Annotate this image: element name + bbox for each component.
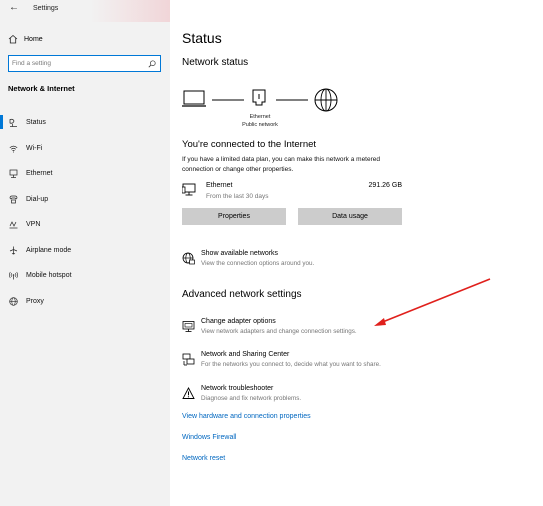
search-icon[interactable] — [148, 60, 156, 68]
globe-icon — [9, 297, 18, 306]
network-status-heading: Network status — [182, 57, 249, 68]
option-subtitle: For the networks you connect to, decide … — [201, 361, 381, 368]
network-sharing-center[interactable]: Network and Sharing Center For the netwo… — [182, 351, 442, 375]
hardware-properties-link[interactable]: View hardware and connection properties — [182, 413, 311, 420]
sidebar-item-hotspot[interactable]: Mobile hotspot — [0, 263, 170, 289]
sidebar-item-label: Airplane mode — [26, 246, 72, 254]
ethernet-usage: 291.26 GB — [368, 182, 402, 189]
sidebar-item-label: Wi-Fi — [26, 144, 43, 152]
sidebar-item-status[interactable]: Status — [0, 110, 170, 136]
sidebar-item-label: Proxy — [26, 297, 44, 305]
sidebar-item-label: Mobile hotspot — [26, 272, 72, 280]
sharing-center-icon — [182, 353, 195, 366]
sidebar-item-label: VPN — [26, 221, 41, 229]
back-arrow-icon[interactable]: ← — [9, 3, 19, 13]
diagram-caption-line2: Public network — [242, 122, 278, 128]
hotspot-icon — [9, 272, 18, 280]
sidebar-nav: Status Wi-Fi Ethernet Dial-up VPN Airpla… — [0, 110, 170, 314]
network-reset-link[interactable]: Network reset — [182, 455, 225, 462]
airplane-icon — [9, 246, 18, 255]
network-troubleshooter[interactable]: Network troubleshooter Diagnose and fix … — [182, 385, 442, 409]
search-input[interactable] — [12, 58, 142, 69]
windows-firewall-link[interactable]: Windows Firewall — [182, 434, 236, 441]
sidebar-item-ethernet[interactable]: Ethernet — [0, 161, 170, 187]
option-title: Show available networks — [201, 250, 279, 257]
ethernet-icon — [9, 169, 18, 179]
option-title: Network troubleshooter — [201, 385, 274, 392]
section-title: Network & Internet — [8, 84, 75, 93]
diagram-caption: Ethernet Public network — [230, 113, 290, 129]
option-subtitle: Diagnose and fix network problems. — [201, 395, 302, 402]
sidebar-item-label: Dial-up — [26, 195, 49, 203]
sidebar-item-wifi[interactable]: Wi-Fi — [0, 136, 170, 162]
globe-icon — [314, 88, 338, 112]
properties-button[interactable]: Properties — [182, 208, 286, 225]
sidebar: ← Settings Home Network & Internet Statu… — [0, 0, 170, 506]
laptop-icon — [182, 90, 206, 107]
option-title: Network and Sharing Center — [201, 351, 290, 358]
ethernet-usage-row: Ethernet From the last 30 days 291.26 GB — [182, 181, 402, 203]
annotation-arrow-icon — [374, 278, 491, 326]
option-subtitle: View the connection options around you. — [201, 260, 315, 267]
diagram-caption-line1: Ethernet — [249, 114, 271, 120]
home-label: Home — [24, 35, 43, 43]
sidebar-item-proxy[interactable]: Proxy — [0, 289, 170, 315]
title-bar: ← Settings — [0, 0, 170, 20]
search-box[interactable] — [8, 55, 161, 72]
ethernet-period: From the last 30 days — [206, 193, 269, 200]
home-icon — [8, 34, 18, 44]
warning-icon — [182, 387, 195, 399]
globe-network-icon — [182, 252, 195, 265]
ethernet-port-icon — [252, 89, 266, 106]
page-title: Status — [182, 30, 222, 46]
window-title: Settings — [33, 5, 59, 12]
show-available-networks[interactable]: Show available networks View the connect… — [182, 250, 442, 274]
option-title: Change adapter options — [201, 318, 276, 325]
main-panel: Status Network status Ethernet Public ne… — [170, 0, 543, 506]
adapter-monitor-icon — [182, 321, 195, 332]
option-subtitle: View network adapters and change connect… — [201, 328, 357, 335]
sidebar-item-airplane[interactable]: Airplane mode — [0, 238, 170, 264]
vpn-icon — [9, 221, 18, 229]
sidebar-item-label: Ethernet — [26, 170, 53, 178]
dialup-icon — [9, 195, 18, 204]
home-nav[interactable]: Home — [8, 32, 158, 46]
sidebar-item-vpn[interactable]: VPN — [0, 212, 170, 238]
sidebar-item-dialup[interactable]: Dial-up — [0, 187, 170, 213]
connection-title: You're connected to the Internet — [182, 139, 317, 150]
advanced-settings-heading: Advanced network settings — [182, 289, 302, 300]
data-usage-button[interactable]: Data usage — [298, 208, 402, 225]
wifi-icon — [9, 145, 18, 153]
status-icon — [9, 119, 17, 128]
connection-description: If you have a limited data plan, you can… — [182, 156, 380, 173]
sidebar-item-label: Status — [26, 119, 46, 127]
ethernet-name: Ethernet — [206, 182, 233, 189]
ethernet-pc-icon — [182, 183, 196, 196]
